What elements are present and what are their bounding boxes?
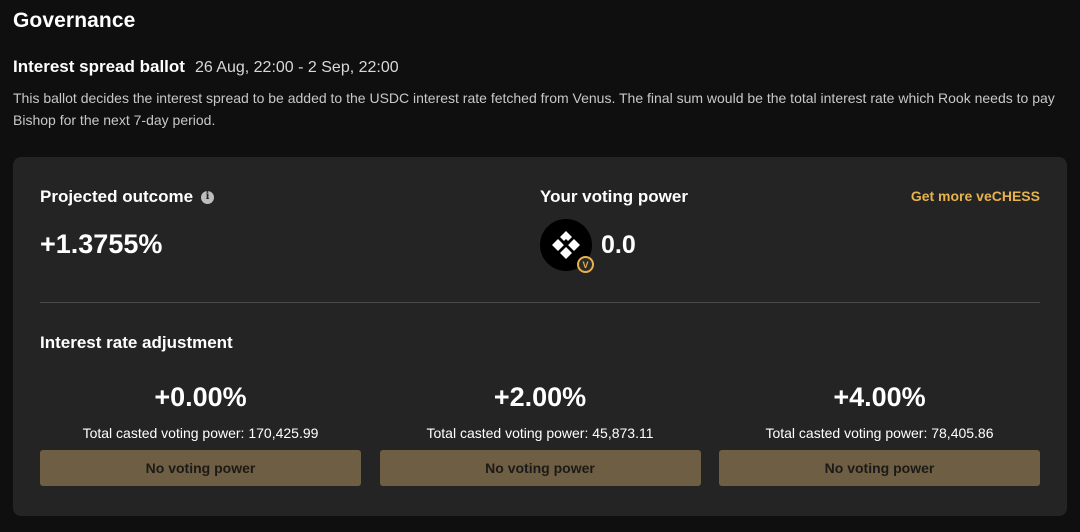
ballot-description: This ballot decides the interest spread … <box>13 90 1055 128</box>
projected-outcome-value: +1.3755% <box>40 229 163 259</box>
vote-option: +2.00% Total casted voting power: 45,873… <box>379 379 701 486</box>
interest-rate-adjustment-label: Interest rate adjustment <box>40 333 233 352</box>
vote-options: +0.00% Total casted voting power: 170,42… <box>40 379 1040 486</box>
voting-power-label: Your voting power <box>540 187 688 206</box>
vote-button-4[interactable]: No voting power <box>719 450 1040 486</box>
option-rate-value: +4.00% <box>833 382 926 412</box>
projected-outcome-label: Projected outcome <box>40 187 194 206</box>
get-more-vechess-link[interactable]: Get more veCHESS <box>911 188 1040 204</box>
vote-option: +4.00% Total casted voting power: 78,405… <box>719 379 1040 486</box>
voting-power-row: V 0.0 <box>540 219 636 273</box>
option-rate-value: +0.00% <box>154 382 247 412</box>
vote-option: +0.00% Total casted voting power: 170,42… <box>40 379 361 486</box>
projected-outcome-label-row: Projected outcome i <box>40 187 215 207</box>
section-divider <box>40 302 1040 303</box>
vote-button-2[interactable]: No voting power <box>379 450 701 486</box>
ballot-card: Projected outcome i +1.3755% Your voting… <box>13 157 1067 516</box>
ballot-title: Interest spread ballot <box>13 57 185 76</box>
info-icon[interactable]: i <box>201 190 215 204</box>
option-total-voting-power: Total casted voting power: 170,425.99 <box>82 425 319 441</box>
voting-power-value: 0.0 <box>601 230 636 259</box>
page-title: Governance <box>13 9 136 32</box>
ballot-header: Interest spread ballot 26 Aug, 22:00 - 2… <box>13 57 399 77</box>
option-total-voting-power: Total casted voting power: 78,405.86 <box>765 425 994 441</box>
vote-button-0[interactable]: No voting power <box>40 450 361 486</box>
chess-token-icon: V <box>540 219 594 273</box>
option-total-voting-power: Total casted voting power: 45,873.11 <box>426 425 654 441</box>
governance-page: Governance Interest spread ballot 26 Aug… <box>0 0 1080 532</box>
ballot-dates: 26 Aug, 22:00 - 2 Sep, 22:00 <box>194 59 399 76</box>
vechess-badge-icon: V <box>577 256 594 273</box>
option-rate-value: +2.00% <box>493 382 587 412</box>
